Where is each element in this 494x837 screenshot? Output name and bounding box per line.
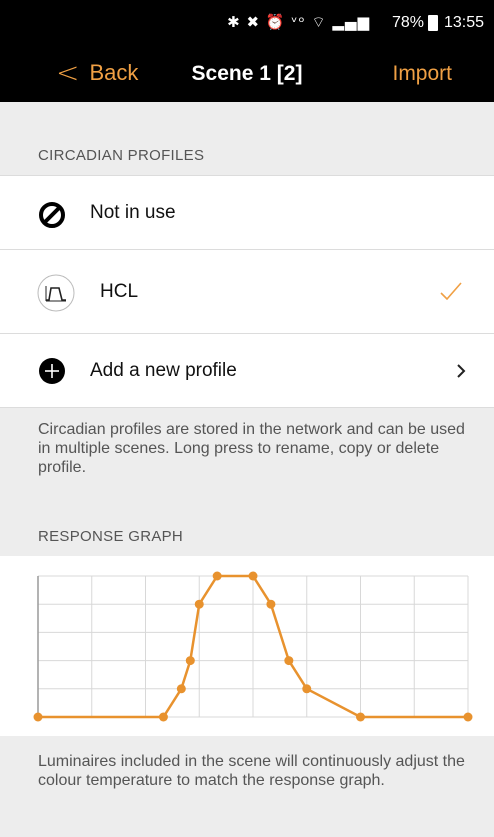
data-point — [248, 571, 258, 581]
battery-icon — [428, 15, 438, 31]
navigation-bar: < Back Scene 1 [2] Import — [0, 48, 494, 102]
list-item-label: Not in use — [90, 201, 176, 223]
data-point — [185, 656, 195, 666]
chevron-right-icon — [457, 364, 466, 378]
data-point — [266, 599, 276, 609]
data-point — [356, 712, 365, 722]
plus-circle-icon — [39, 358, 65, 384]
prohibited-icon — [39, 202, 65, 228]
data-point — [212, 571, 222, 581]
data-point — [176, 684, 186, 694]
response-graph-header: RESPONSE GRAPH — [38, 528, 184, 545]
response-graph-chart — [33, 571, 473, 722]
status-bar: ✱ ✖ ⏰ ᵛᵒ ⌔ ▂▄▆ 78% 13:55 — [0, 0, 494, 48]
data-point — [158, 712, 168, 722]
list-item-hcl[interactable]: HCL — [0, 250, 494, 334]
list-item-label: HCL — [100, 280, 139, 302]
circadian-profiles-header: CIRCADIAN PROFILES — [38, 147, 205, 164]
battery-percent: 78% — [391, 14, 424, 31]
list-item-not-in-use[interactable]: Not in use — [0, 175, 494, 250]
data-point — [33, 712, 43, 722]
status-icons: ✱ ✖ ⏰ ᵛᵒ ⌔ ▂▄▆ — [227, 13, 370, 31]
data-point — [302, 684, 312, 694]
list-item-add-profile[interactable]: Add a new profile — [0, 334, 494, 408]
data-point — [463, 712, 473, 722]
checkmark-icon — [440, 282, 462, 300]
clock: 13:55 — [443, 14, 484, 31]
data-point — [194, 599, 204, 609]
data-point — [284, 656, 294, 666]
response-description: Luminaires included in the scene will co… — [38, 753, 465, 789]
circadian-description: Circadian profiles are stored in the net… — [38, 421, 465, 476]
response-graph-card — [0, 556, 494, 736]
import-button[interactable]: Import — [392, 62, 452, 86]
curve-icon — [37, 274, 75, 312]
list-item-label: Add a new profile — [90, 359, 237, 381]
